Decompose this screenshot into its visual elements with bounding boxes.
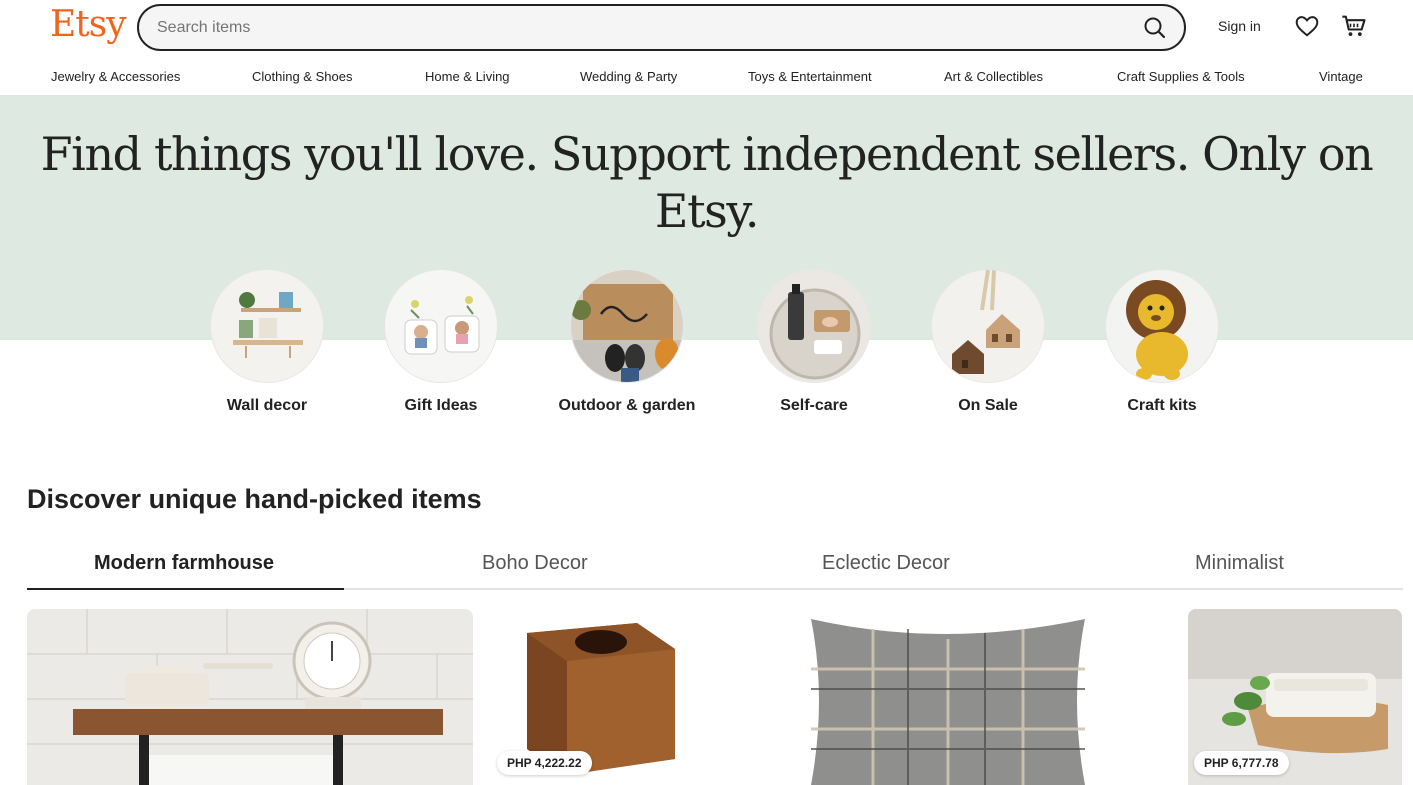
category-label: Gift Ideas (404, 397, 478, 414)
tab-eclectic-decor[interactable]: Eclectic Decor (822, 552, 950, 575)
category-gift-ideas[interactable]: Gift Ideas (351, 269, 531, 415)
outdoor-garden-image (570, 269, 684, 383)
product-card-pillow[interactable] (723, 609, 1169, 785)
search-icon (1144, 17, 1166, 39)
product-card-tissue-box[interactable]: PHP 4,222.22 (491, 609, 705, 785)
discover-heading: Discover unique hand-picked items (27, 484, 482, 514)
category-nav: Jewelry & Accessories Clothing & Shoes H… (0, 56, 1413, 96)
craft-kits-image (1105, 269, 1219, 383)
category-label: Wall decor (226, 397, 308, 414)
category-label: Self-care (780, 397, 848, 414)
tab-boho-decor[interactable]: Boho Decor (482, 552, 588, 575)
product-image (27, 609, 473, 785)
nav-home-living[interactable]: Home & Living (425, 69, 510, 84)
category-craft-kits[interactable]: Craft kits (1072, 269, 1252, 415)
product-image (723, 609, 1169, 785)
heart-icon (1295, 16, 1319, 37)
category-self-care[interactable]: Self-care (724, 269, 904, 415)
nav-vintage[interactable]: Vintage (1319, 69, 1363, 84)
product-card-shelf[interactable] (27, 609, 473, 785)
category-outdoor-garden[interactable]: Outdoor & garden (537, 269, 717, 415)
category-label: Outdoor & garden (558, 397, 696, 414)
price-badge: PHP 4,222.22 (497, 751, 592, 775)
price-badge: PHP 6,777.78 (1194, 751, 1289, 775)
search-bar (137, 4, 1186, 51)
cart-button[interactable] (1340, 12, 1368, 40)
nav-wedding[interactable]: Wedding & Party (580, 69, 677, 84)
category-wall-decor[interactable]: Wall decor (177, 269, 357, 415)
product-card-ceramic-dish[interactable]: PHP 6,777.78 (1188, 609, 1402, 785)
nav-art[interactable]: Art & Collectibles (944, 69, 1043, 84)
tab-modern-farmhouse[interactable]: Modern farmhouse (94, 552, 274, 575)
wall-decor-image (210, 269, 324, 383)
category-label: On Sale (958, 397, 1018, 414)
gift-ideas-image (384, 269, 498, 383)
nav-toys[interactable]: Toys & Entertainment (748, 69, 872, 84)
self-care-image (757, 269, 871, 383)
sign-in-link[interactable]: Sign in (1218, 18, 1261, 34)
cart-icon (1342, 15, 1366, 37)
category-on-sale[interactable]: On Sale (898, 269, 1078, 415)
search-input[interactable] (157, 6, 1097, 49)
nav-clothing[interactable]: Clothing & Shoes (252, 69, 352, 84)
header: Etsy Sign in (0, 0, 1413, 56)
style-tabs: Modern farmhouse Boho Decor Eclectic Dec… (27, 540, 1403, 590)
category-label: Craft kits (1127, 397, 1197, 414)
etsy-logo[interactable]: Etsy (50, 4, 127, 45)
hero-title: Find things you'll love. Support indepen… (40, 127, 1374, 238)
search-button[interactable] (1136, 9, 1174, 47)
on-sale-image (931, 269, 1045, 383)
active-tab-indicator (27, 588, 344, 590)
nav-craft-supplies[interactable]: Craft Supplies & Tools (1117, 69, 1245, 84)
nav-jewelry[interactable]: Jewelry & Accessories (51, 69, 180, 84)
tab-minimalist[interactable]: Minimalist (1195, 552, 1284, 575)
favorites-button[interactable] (1294, 13, 1320, 39)
